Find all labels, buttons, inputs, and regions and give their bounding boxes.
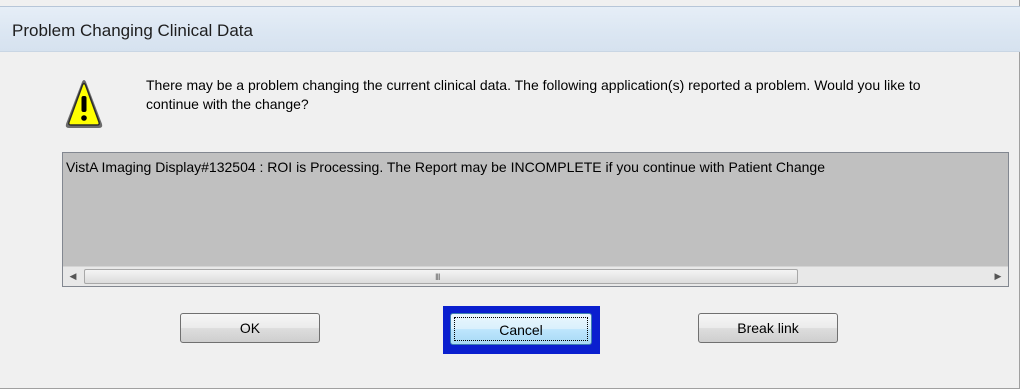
application-list[interactable]: VistA Imaging Display#132504 : ROI is Pr… <box>62 152 1009 287</box>
scroll-left-icon[interactable]: ◀ <box>63 267 83 286</box>
title-bar[interactable]: Problem Changing Clinical Data <box>0 6 1020 52</box>
dialog-title: Problem Changing Clinical Data <box>12 21 253 40</box>
scrollbar-thumb[interactable]: III <box>84 269 798 284</box>
horizontal-scrollbar[interactable]: ◀ III ▶ <box>63 266 1008 286</box>
scroll-right-icon[interactable]: ▶ <box>988 267 1008 286</box>
warning-icon <box>65 80 103 128</box>
ok-button[interactable]: OK <box>180 313 320 343</box>
list-item[interactable]: VistA Imaging Display#132504 : ROI is Pr… <box>66 159 825 175</box>
cancel-label: Cancel <box>454 317 588 341</box>
dialog-message: There may be a problem changing the curr… <box>146 77 921 112</box>
grip-icon: III <box>435 272 440 282</box>
problem-dialog: Problem Changing Clinical Data There may… <box>0 0 1020 389</box>
break-link-button[interactable]: Break link <box>698 313 838 343</box>
cancel-button[interactable]: Cancel <box>450 313 592 345</box>
